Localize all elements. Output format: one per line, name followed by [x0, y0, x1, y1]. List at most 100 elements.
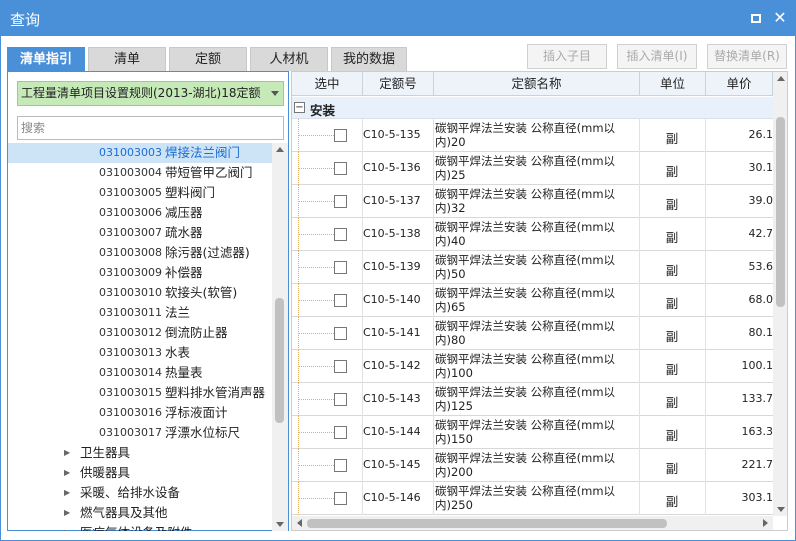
row-checkbox[interactable]	[334, 327, 347, 340]
row-checkbox[interactable]	[334, 492, 347, 505]
tree-item[interactable]: 031003005 塑料阀门	[8, 183, 272, 203]
scroll-right-icon[interactable]	[763, 519, 768, 527]
tree-item[interactable]: 031003017 浮漂水位标尺	[8, 423, 272, 443]
row-checkbox[interactable]	[334, 426, 347, 439]
tree-item[interactable]: 031003008 除污器(过滤器)	[8, 243, 272, 263]
close-icon[interactable]: ✕	[771, 9, 789, 27]
tree-item[interactable]: 031003012 倒流防止器	[8, 323, 272, 343]
header-unit[interactable]: 单位	[640, 72, 706, 96]
tree-item[interactable]: 031003015 塑料排水管消声器	[8, 383, 272, 403]
table-row[interactable]: C10-5-146 碳钢平焊法兰安装 公称直径(mm以内)250 副 303.1	[292, 482, 787, 515]
scroll-left-icon[interactable]	[297, 519, 302, 527]
header-check[interactable]: 选中	[292, 72, 363, 96]
table-row[interactable]: C10-5-135 碳钢平焊法兰安装 公称直径(mm以内)20 副 26.1	[292, 119, 787, 152]
header-name[interactable]: 定额名称	[434, 72, 640, 96]
row-checkbox[interactable]	[334, 162, 347, 175]
row-checkbox[interactable]	[334, 129, 347, 142]
column-divider	[433, 482, 434, 515]
table-row[interactable]: C10-5-140 碳钢平焊法兰安装 公称直径(mm以内)65 副 68.0	[292, 284, 787, 317]
row-unit: 副	[665, 362, 679, 377]
table-row[interactable]: C10-5-143 碳钢平焊法兰安装 公称直径(mm以内)125 副 133.7	[292, 383, 787, 416]
tree-item[interactable]: 031003010 软接头(软管)	[8, 283, 272, 303]
title-bar: 查询 ✕	[1, 1, 795, 36]
expand-arrow-icon[interactable]: ▶	[64, 463, 70, 483]
collapse-icon[interactable]: −	[294, 102, 305, 113]
tree-scrollbar[interactable]	[272, 143, 288, 531]
column-divider	[639, 482, 640, 515]
insert-child-button[interactable]: 插入子目	[527, 44, 607, 69]
table-row[interactable]: C10-5-137 碳钢平焊法兰安装 公称直径(mm以内)32 副 39.0	[292, 185, 787, 218]
tree-item[interactable]: 031003013 水表	[8, 343, 272, 363]
tree-group[interactable]: ▶ 燃气器具及其他	[8, 503, 272, 523]
column-divider	[433, 284, 434, 317]
row-checkbox[interactable]	[334, 228, 347, 241]
row-checkbox[interactable]	[334, 459, 347, 472]
tree-item[interactable]: 031003007 疏水器	[8, 223, 272, 243]
expand-arrow-icon[interactable]: ▶	[64, 503, 70, 523]
table-row[interactable]: C10-5-139 碳钢平焊法兰安装 公称直径(mm以内)50 副 53.6	[292, 251, 787, 284]
column-divider	[433, 449, 434, 482]
tree-item[interactable]: 031003009 补偿器	[8, 263, 272, 283]
row-code: C10-5-137	[363, 194, 421, 207]
row-checkbox[interactable]	[334, 294, 347, 307]
row-price: 80.1	[748, 326, 774, 339]
tree-group[interactable]: ▶ 医疗气体设备及附件	[8, 523, 272, 531]
table-row[interactable]: C10-5-144 碳钢平焊法兰安装 公称直径(mm以内)150 副 163.3	[292, 416, 787, 449]
table-row[interactable]: C10-5-138 碳钢平焊法兰安装 公称直径(mm以内)40 副 42.7	[292, 218, 787, 251]
table-row[interactable]: C10-5-142 碳钢平焊法兰安装 公称直径(mm以内)100 副 100.1	[292, 350, 787, 383]
dropdown-arrow-icon[interactable]	[271, 91, 279, 96]
expand-arrow-icon[interactable]: ▶	[64, 443, 70, 463]
grid-header: 选中 定额号 定额名称 单位 单价	[292, 72, 787, 96]
tree-item-code: 031003005	[99, 186, 162, 199]
rule-select[interactable]: 工程量清单项目设置规则(2013-湖北)18定额	[17, 81, 284, 106]
row-checkbox[interactable]	[334, 195, 347, 208]
scrollbar-thumb[interactable]	[307, 519, 667, 528]
scroll-down-icon[interactable]	[777, 507, 785, 512]
tree-item[interactable]: 031003016 浮标液面计	[8, 403, 272, 423]
tree-item-name: 带短管甲乙阀门	[165, 165, 253, 180]
row-price: 26.1	[748, 128, 774, 141]
row-price: 303.1	[741, 491, 774, 504]
row-code: C10-5-144	[363, 425, 421, 438]
row-name: 碳钢平焊法兰安装 公称直径(mm以内)150	[435, 418, 616, 446]
group-row: − 安装	[292, 97, 787, 119]
header-price[interactable]: 单价	[706, 72, 773, 96]
insert-list-button[interactable]: 插入清单(I)	[617, 44, 697, 69]
tree-group[interactable]: ▶ 采暖、给排水设备	[8, 483, 272, 503]
column-divider	[639, 350, 640, 383]
tree-group[interactable]: ▶ 供暖器具	[8, 463, 272, 483]
row-checkbox[interactable]	[334, 393, 347, 406]
scroll-down-icon[interactable]	[276, 522, 284, 527]
column-divider	[705, 218, 706, 251]
search-input[interactable]	[17, 116, 284, 140]
tab-my-data[interactable]: 我的数据	[331, 47, 407, 71]
expand-arrow-icon[interactable]: ▶	[64, 483, 70, 503]
scroll-up-icon[interactable]	[276, 147, 284, 152]
tab-list[interactable]: 清单	[88, 47, 166, 71]
expand-arrow-icon[interactable]: ▶	[64, 523, 70, 531]
table-row[interactable]: C10-5-145 碳钢平焊法兰安装 公称直径(mm以内)200 副 221.7	[292, 449, 787, 482]
column-divider	[705, 449, 706, 482]
tab-quota[interactable]: 定额	[169, 47, 247, 71]
scrollbar-thumb[interactable]	[275, 298, 284, 423]
tab-labor-material-machine[interactable]: 人材机	[250, 47, 328, 71]
maximize-icon[interactable]	[751, 14, 761, 23]
table-row[interactable]: C10-5-141 碳钢平焊法兰安装 公称直径(mm以内)80 副 80.1	[292, 317, 787, 350]
header-code[interactable]: 定额号	[363, 72, 434, 96]
column-divider	[433, 317, 434, 350]
scroll-up-icon[interactable]	[777, 76, 785, 81]
grid-vertical-scrollbar[interactable]	[773, 72, 787, 516]
tree-item[interactable]: 031003006 减压器	[8, 203, 272, 223]
grid-horizontal-scrollbar[interactable]	[292, 516, 773, 530]
tree-item[interactable]: 031003011 法兰	[8, 303, 272, 323]
row-checkbox[interactable]	[334, 360, 347, 373]
tree-item[interactable]: 031003003 焊接法兰阀门	[8, 143, 272, 163]
row-checkbox[interactable]	[334, 261, 347, 274]
table-row[interactable]: C10-5-136 碳钢平焊法兰安装 公称直径(mm以内)25 副 30.1	[292, 152, 787, 185]
tree-group[interactable]: ▶ 卫生器具	[8, 443, 272, 463]
replace-list-button[interactable]: 替换清单(R)	[707, 44, 787, 69]
scrollbar-thumb[interactable]	[776, 117, 785, 307]
tree-item[interactable]: 031003004 带短管甲乙阀门	[8, 163, 272, 183]
tree-item[interactable]: 031003014 热量表	[8, 363, 272, 383]
tab-list-guide[interactable]: 清单指引	[7, 47, 85, 71]
